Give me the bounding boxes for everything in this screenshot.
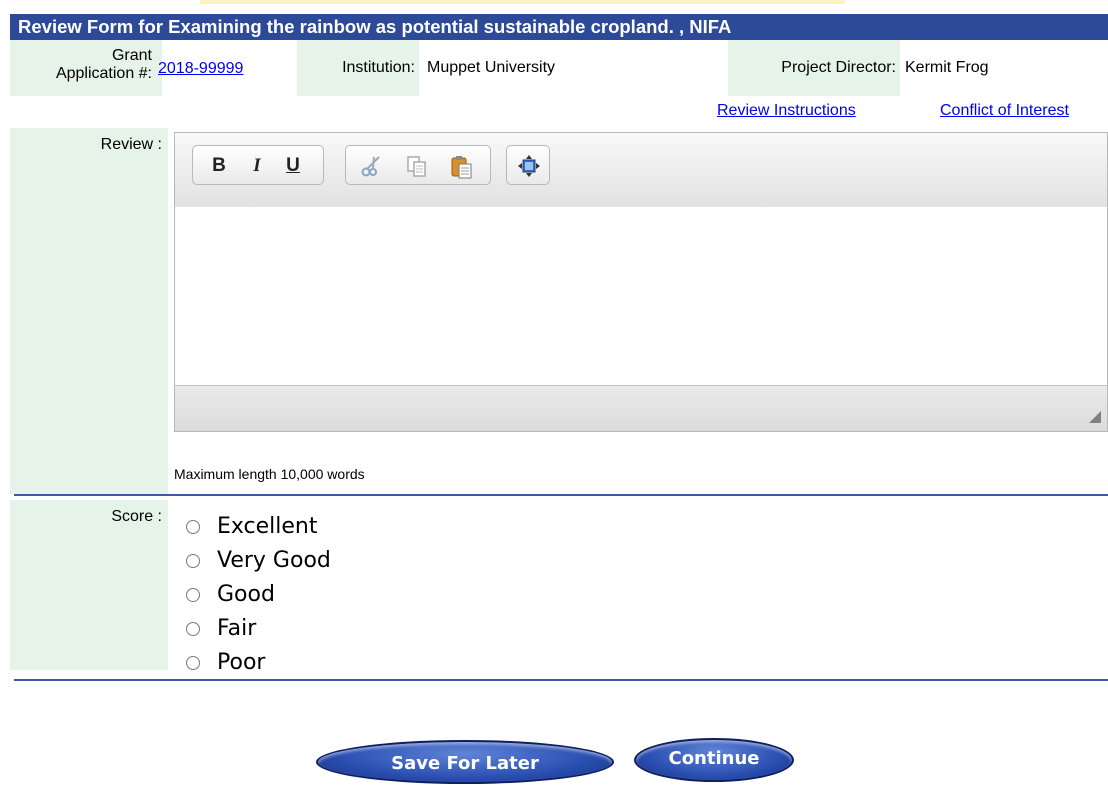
save-for-later-button[interactable]: Save For Later: [316, 740, 614, 784]
institution-value: Muppet University: [427, 59, 556, 76]
divider-top: [14, 494, 1108, 496]
bold-button[interactable]: B: [207, 154, 231, 178]
copy-icon[interactable]: [404, 154, 430, 178]
page-title: Review Form for Examining the rainbow as…: [10, 14, 1108, 40]
max-length-note: Maximum length 10,000 words: [174, 466, 365, 482]
radio-button-icon[interactable]: [186, 588, 200, 602]
review-label-cell: Review :: [10, 128, 168, 494]
cut-icon[interactable]: [358, 154, 384, 178]
score-option-label: Poor: [217, 650, 266, 675]
grant-label: Grant Application #:: [56, 47, 152, 83]
score-option-label: Excellent: [217, 514, 318, 539]
maximize-icon[interactable]: [516, 154, 542, 178]
underline-button[interactable]: U: [281, 154, 305, 178]
conflict-of-interest-link[interactable]: Conflict of Interest: [940, 102, 1069, 120]
review-editor: B I U: [174, 132, 1108, 432]
radio-button-icon[interactable]: [186, 656, 200, 670]
maximize-icon-graphic: [518, 155, 540, 177]
copy-icon-graphic: [407, 156, 426, 177]
editor-toolbar: B I U: [175, 133, 1107, 208]
director-label-cell: Project Director:: [728, 40, 900, 96]
score-option-label: Good: [217, 582, 275, 607]
divider-bottom: [14, 679, 1108, 681]
review-instructions-link[interactable]: Review Instructions: [717, 102, 856, 120]
review-textarea[interactable]: [175, 207, 1107, 387]
grant-label-line-1: Grant: [111, 47, 152, 64]
grant-number-link[interactable]: 2018-99999: [158, 60, 243, 78]
format-group: B I U: [192, 145, 324, 185]
radio-button-icon[interactable]: [186, 520, 200, 534]
editor-status-bar: [175, 385, 1107, 431]
institution-label-cell: Institution:: [297, 40, 419, 96]
clipboard-group: [345, 145, 491, 185]
grant-label-line-2: Application #:: [55, 65, 152, 82]
resize-grip-icon[interactable]: [1089, 411, 1101, 423]
director-value: Kermit Frog: [905, 59, 989, 76]
highlight-strip: [200, 0, 845, 4]
paste-icon-graphic: [451, 156, 472, 179]
grant-label-cell: Grant Application #:: [10, 40, 162, 96]
institution-label: Institution:: [342, 59, 415, 76]
score-label-cell: Score :: [10, 500, 168, 670]
director-label: Project Director:: [781, 59, 896, 76]
cut-icon-graphic: [361, 156, 380, 177]
radio-button-icon[interactable]: [186, 554, 200, 568]
view-group: [506, 145, 550, 185]
score-option-label: Very Good: [217, 548, 331, 573]
score-label: Score :: [111, 508, 162, 525]
review-label: Review :: [100, 136, 162, 153]
paste-icon[interactable]: [448, 154, 476, 179]
continue-button[interactable]: Continue: [634, 738, 794, 782]
italic-button[interactable]: I: [245, 154, 269, 178]
score-option-label: Fair: [217, 616, 257, 641]
radio-button-icon[interactable]: [186, 622, 200, 636]
